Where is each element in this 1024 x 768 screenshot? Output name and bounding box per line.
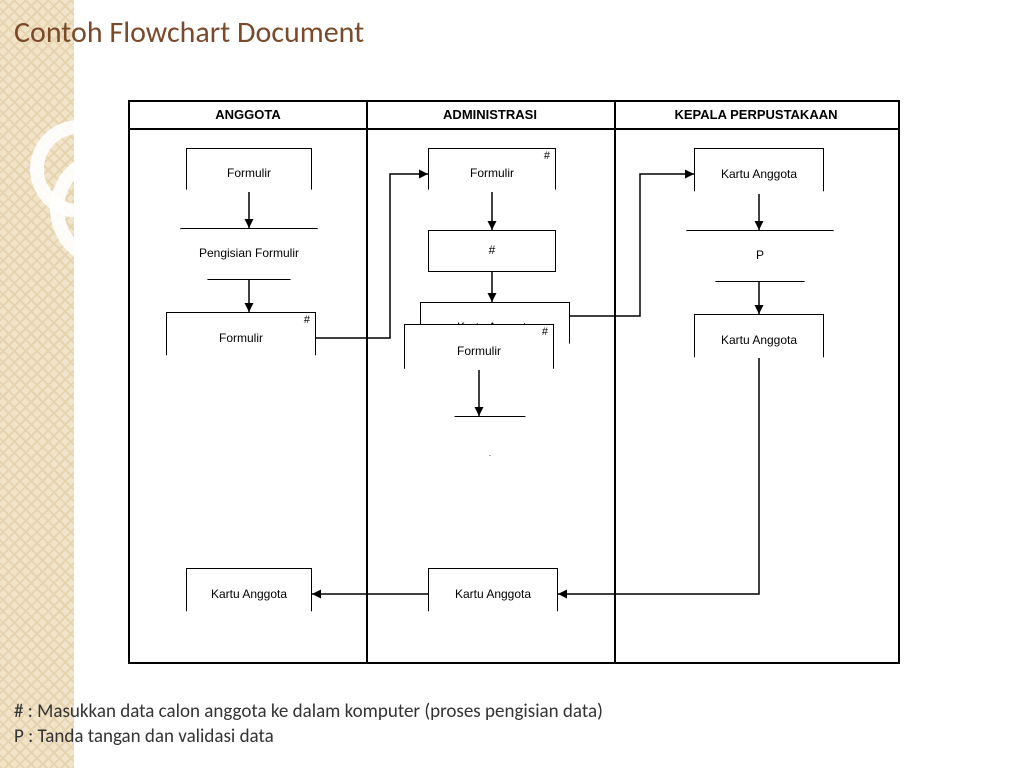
hash-icon: #: [544, 150, 550, 162]
lane-header-kepala: KEPALA PERPUSTAKAAN: [614, 102, 898, 130]
doc-admin-formulir-2: Formulir #: [404, 324, 554, 380]
node-label: #: [485, 242, 500, 259]
node-label: Formulir: [466, 165, 518, 182]
node-label: Kartu Anggota: [717, 166, 801, 183]
legend: # : Masukkan data calon anggota ke dalam…: [14, 700, 603, 749]
manual-p: P: [686, 230, 834, 282]
node-label: Kartu Anggota: [207, 586, 291, 603]
legend-hash: # : Masukkan data calon anggota ke dalam…: [14, 700, 603, 725]
node-label: Pengisian Formulir: [195, 245, 303, 262]
node-label: Kartu Anggota: [717, 332, 801, 349]
node-label: Formulir: [215, 330, 267, 347]
doc-anggota-kartu: Kartu Anggota: [186, 568, 312, 622]
doc-anggota-formulir-2: Formulir #: [166, 312, 316, 366]
node-label: Formulir: [453, 343, 505, 360]
manual-pengisian-formulir: Pengisian Formulir: [180, 228, 318, 280]
lane-divider: [614, 102, 616, 662]
lane-header-administrasi: ADMINISTRASI: [366, 102, 614, 130]
flowchart-frame: ANGGOTA ADMINISTRASI KEPALA PERPUSTAKAAN…: [128, 100, 900, 664]
doc-kepala-kartu-2: Kartu Anggota: [694, 314, 824, 368]
merge-icon: [454, 416, 526, 456]
node-label: Formulir: [223, 165, 275, 182]
doc-admin-kartu-bawah: Kartu Anggota: [428, 568, 558, 622]
node-label: Kartu Anggota: [451, 586, 535, 603]
doc-admin-formulir-1: Formulir #: [428, 148, 556, 200]
node-label: P: [752, 247, 768, 264]
legend-p: P : Tanda tangan dan validasi data: [14, 725, 603, 750]
hash-icon: #: [304, 314, 310, 326]
slide-pattern: [0, 0, 74, 768]
hash-icon: #: [542, 326, 548, 338]
process-hash: #: [428, 230, 556, 272]
page-title: Contoh Flowchart Document: [14, 14, 364, 51]
lane-header-anggota: ANGGOTA: [130, 102, 366, 130]
lane-divider: [366, 102, 368, 662]
doc-kepala-kartu-1: Kartu Anggota: [694, 148, 824, 202]
doc-anggota-formulir-1: Formulir: [186, 148, 312, 200]
